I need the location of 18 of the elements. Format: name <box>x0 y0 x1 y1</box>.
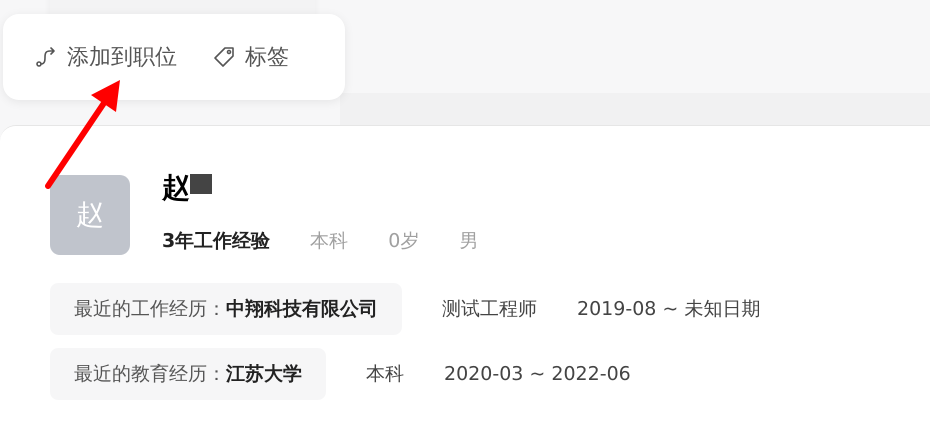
history-detail: 本科 <box>366 362 404 387</box>
tag-icon <box>213 46 235 68</box>
experience-text: 3年工作经验 <box>162 229 270 254</box>
history-detail: 2020-03 ~ 2022-06 <box>444 363 631 385</box>
route-icon <box>35 46 57 68</box>
popover-action[interactable]: 添加到职位 <box>35 42 177 72</box>
history-label: 最近的教育经历： <box>74 362 226 387</box>
popover-action[interactable]: 标签 <box>213 42 289 72</box>
history-label: 最近的工作经历： <box>74 297 226 322</box>
history-value: 江苏大学 <box>226 362 302 387</box>
candidate-name: 赵 <box>162 170 190 206</box>
meta-text: 本科 <box>310 229 348 254</box>
avatar: 赵 <box>50 175 130 255</box>
meta-text: 0岁 <box>388 229 420 254</box>
meta-text: 男 <box>459 229 478 254</box>
history-detail: 2019-08 ~ 未知日期 <box>577 297 760 322</box>
history-detail: 测试工程师 <box>442 297 537 322</box>
history-value: 中翔科技有限公司 <box>226 297 378 322</box>
